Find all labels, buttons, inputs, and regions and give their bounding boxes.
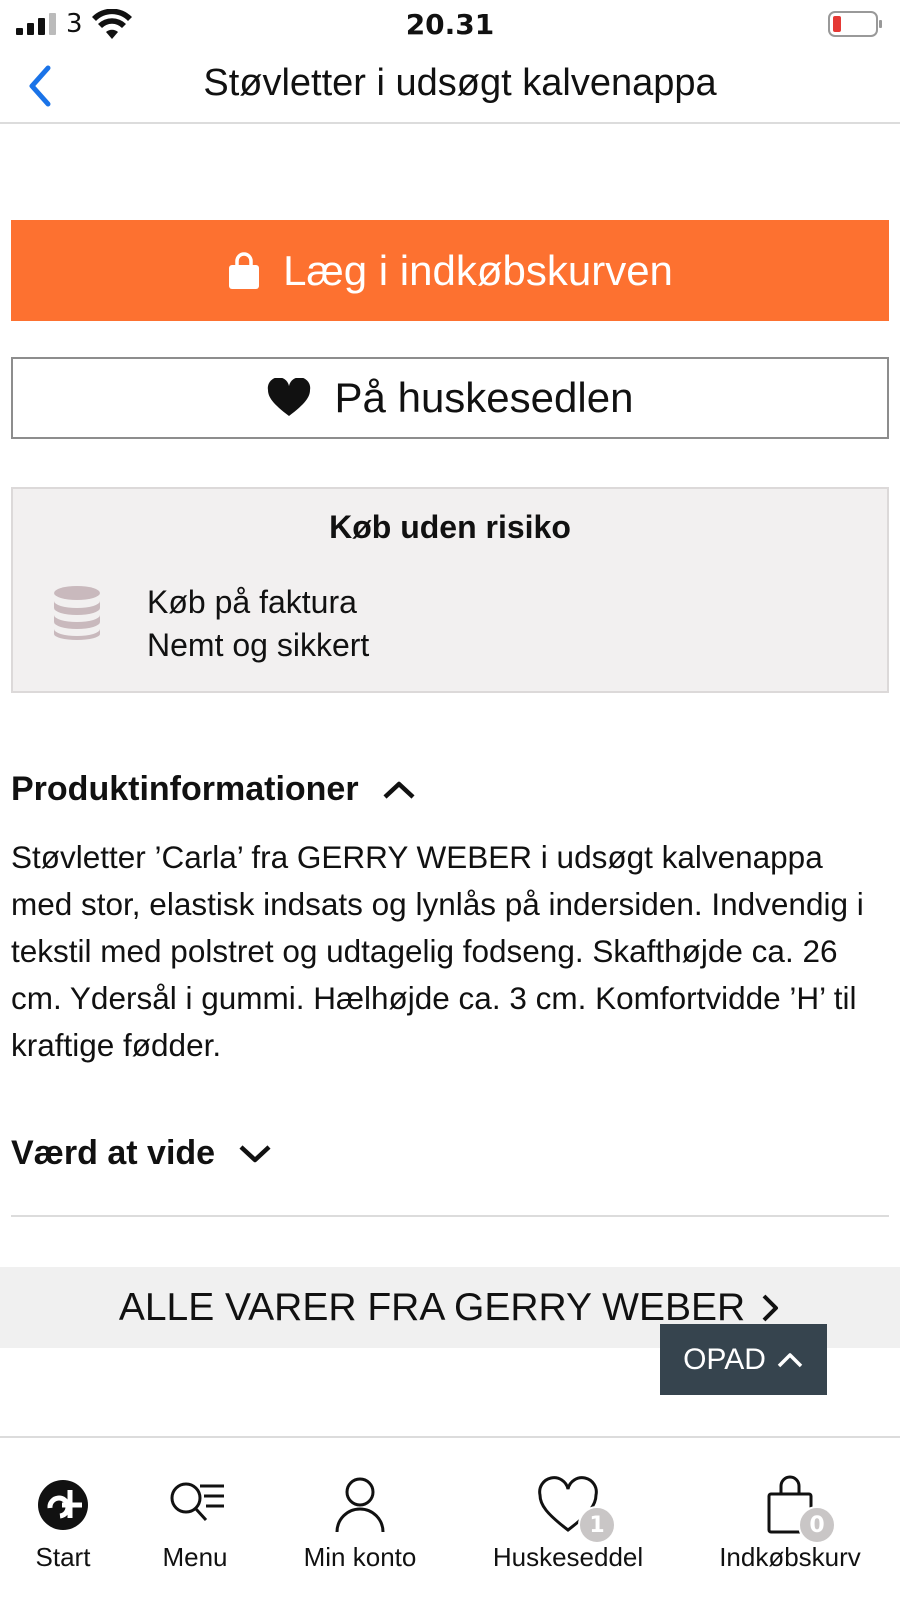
wishlist-count-badge: 1 (578, 1506, 616, 1544)
risk-free-title: Køb uden risiko (329, 509, 571, 545)
status-bar: 3 20.31 (0, 0, 900, 50)
user-icon (335, 1477, 385, 1533)
nav-header: Støvletter i udsøgt kalvenappa (0, 50, 900, 124)
tab-start-label: Start (35, 1542, 91, 1572)
wishlist-label: På huskesedlen (334, 374, 634, 421)
tab-menu-label: Menu (162, 1542, 228, 1572)
product-info-heading: Produktinformationer (11, 770, 359, 808)
cart-count-badge: 0 (798, 1506, 836, 1544)
safe-text: Nemt og sikkert (147, 627, 370, 663)
tab-account-label: Min konto (303, 1542, 417, 1572)
invoice-text: Køb på faktura (147, 584, 357, 620)
chevron-up-icon (383, 781, 415, 799)
tab-start[interactable]: Start (0, 1438, 126, 1600)
good-to-know-heading: Værd at vide (11, 1134, 216, 1172)
chevron-down-icon (239, 1144, 271, 1162)
wishlist-button[interactable]: På huskesedlen (11, 357, 889, 439)
shopping-bag-icon (229, 251, 260, 289)
logo-icon (38, 1480, 88, 1530)
good-to-know-toggle[interactable]: Værd at vide (11, 1134, 273, 1173)
chevron-up-icon (777, 1352, 803, 1367)
tab-account[interactable]: Min konto (288, 1438, 432, 1600)
status-time: 20.31 (405, 8, 495, 41)
scroll-top-button[interactable]: OPAD (660, 1324, 827, 1395)
battery-icon (828, 11, 882, 37)
tab-cart[interactable]: 0 Indkøbskurv (700, 1438, 880, 1600)
tab-cart-label: Indkøbskurv (719, 1542, 861, 1572)
brand-link-label: ALLE VARER FRA GERRY WEBER (118, 1285, 746, 1329)
scroll-top-label: OPAD (683, 1342, 766, 1376)
heart-icon (267, 378, 310, 416)
section-divider (11, 1215, 889, 1217)
coins-icon (54, 586, 100, 640)
tab-menu[interactable]: Menu (140, 1438, 250, 1600)
product-info-toggle[interactable]: Produktinformationer (11, 770, 417, 809)
tab-wishlist-label: Huskeseddel (492, 1542, 644, 1572)
page-title: Støvletter i udsøgt kalvenappa (203, 62, 717, 104)
add-to-cart-label: Læg i indkøbskurven (283, 246, 673, 294)
bottom-tab-bar: Start Menu Min konto 1 Huskeseddel 0 Ind… (0, 1436, 900, 1600)
back-chevron-icon[interactable] (22, 60, 62, 112)
product-description: Støvletter ’Carla’ fra GERRY WEBER i uds… (11, 839, 864, 1063)
risk-free-box: Køb uden risiko Køb på faktura Nemt og s… (11, 487, 889, 693)
add-to-cart-button[interactable]: Læg i indkøbskurven (11, 220, 889, 321)
chevron-right-icon (762, 1294, 779, 1321)
search-menu-icon (170, 1482, 224, 1522)
tab-wishlist[interactable]: 1 Huskeseddel (478, 1438, 658, 1600)
